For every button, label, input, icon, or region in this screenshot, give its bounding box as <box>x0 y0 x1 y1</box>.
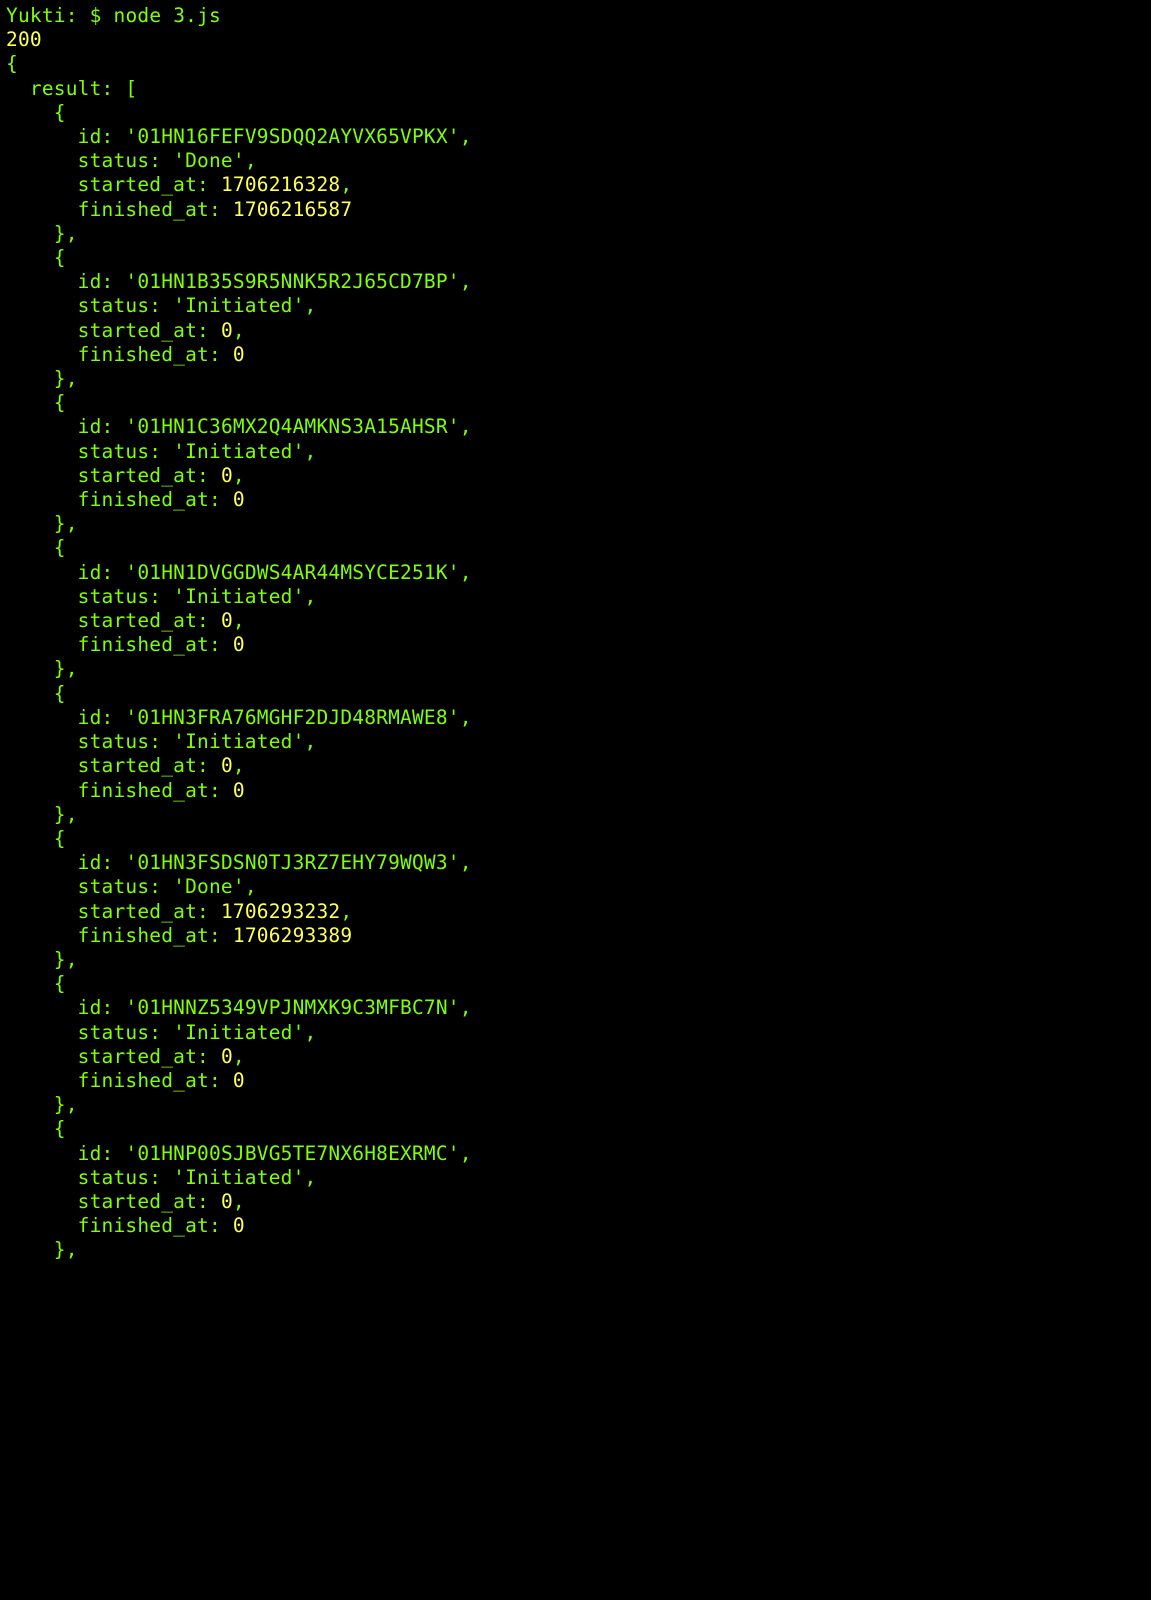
field-id: id <box>78 706 102 729</box>
value-id: '01HN1DVGGDWS4AR44MSYCE251K' <box>125 561 459 584</box>
field-id: id <box>78 415 102 438</box>
field-started-at: started_at <box>78 1190 197 1213</box>
field-id: id <box>78 125 102 148</box>
field-finished-at: finished_at <box>78 1214 209 1237</box>
value-started-at: 0 <box>221 1190 233 1213</box>
prompt-symbol: $ <box>90 4 102 27</box>
value-started-at: 0 <box>221 754 233 777</box>
result-key: result <box>30 77 102 100</box>
value-finished-at: 0 <box>233 1069 245 1092</box>
value-status: 'Done' <box>173 875 245 898</box>
field-finished-at: finished_at <box>78 779 209 802</box>
field-status: status <box>78 1021 150 1044</box>
field-id: id <box>78 996 102 1019</box>
field-started-at: started_at <box>78 609 197 632</box>
value-started-at: 0 <box>221 609 233 632</box>
field-id: id <box>78 851 102 874</box>
value-id: '01HNNZ5349VPJNMXK9C3MFBC7N' <box>125 996 459 1019</box>
value-started-at: 1706293232 <box>221 900 340 923</box>
field-started-at: started_at <box>78 1045 197 1068</box>
field-id: id <box>78 561 102 584</box>
field-finished-at: finished_at <box>78 488 209 511</box>
field-id: id <box>78 270 102 293</box>
value-id: '01HN1B35S9R5NNK5R2J65CD7BP' <box>125 270 459 293</box>
value-finished-at: 1706293389 <box>233 924 352 947</box>
value-status: 'Initiated' <box>173 294 304 317</box>
field-started-at: started_at <box>78 173 197 196</box>
field-started-at: started_at <box>78 319 197 342</box>
value-started-at: 0 <box>221 319 233 342</box>
value-finished-at: 0 <box>233 633 245 656</box>
value-status: 'Initiated' <box>173 585 304 608</box>
field-status: status <box>78 730 150 753</box>
field-finished-at: finished_at <box>78 198 209 221</box>
field-started-at: started_at <box>78 900 197 923</box>
value-started-at: 0 <box>221 464 233 487</box>
value-id: '01HN3FSDSN0TJ3RZ7EHY79WQW3' <box>125 851 459 874</box>
value-status: 'Initiated' <box>173 1021 304 1044</box>
value-status: 'Initiated' <box>173 730 304 753</box>
prompt-command: node 3.js <box>114 4 221 27</box>
field-id: id <box>78 1142 102 1165</box>
value-status: 'Initiated' <box>173 440 304 463</box>
value-id: '01HN1C36MX2Q4AMKNS3A15AHSR' <box>125 415 459 438</box>
field-started-at: started_at <box>78 464 197 487</box>
field-started-at: started_at <box>78 754 197 777</box>
value-finished-at: 0 <box>233 343 245 366</box>
terminal-output[interactable]: Yukti: $ node 3.js 200 { result: [ { id:… <box>0 0 1151 1267</box>
value-id: '01HN16FEFV9SDQQ2AYVX65VPKX' <box>125 125 459 148</box>
field-status: status <box>78 440 150 463</box>
field-finished-at: finished_at <box>78 343 209 366</box>
field-status: status <box>78 585 150 608</box>
field-finished-at: finished_at <box>78 924 209 947</box>
field-status: status <box>78 294 150 317</box>
field-finished-at: finished_at <box>78 633 209 656</box>
value-id: '01HN3FRA76MGHF2DJD48RMAWE8' <box>125 706 459 729</box>
value-finished-at: 0 <box>233 1214 245 1237</box>
field-status: status <box>78 875 150 898</box>
field-status: status <box>78 149 150 172</box>
value-started-at: 1706216328 <box>221 173 340 196</box>
value-status: 'Initiated' <box>173 1166 304 1189</box>
status-code: 200 <box>6 28 42 51</box>
brace-open: { <box>6 52 18 75</box>
value-started-at: 0 <box>221 1045 233 1068</box>
value-finished-at: 0 <box>233 779 245 802</box>
value-finished-at: 0 <box>233 488 245 511</box>
field-finished-at: finished_at <box>78 1069 209 1092</box>
prompt-host: Yukti: <box>6 4 78 27</box>
value-status: 'Done' <box>173 149 245 172</box>
value-id: '01HNP00SJBVG5TE7NX6H8EXRMC' <box>125 1142 459 1165</box>
value-finished-at: 1706216587 <box>233 198 352 221</box>
field-status: status <box>78 1166 150 1189</box>
